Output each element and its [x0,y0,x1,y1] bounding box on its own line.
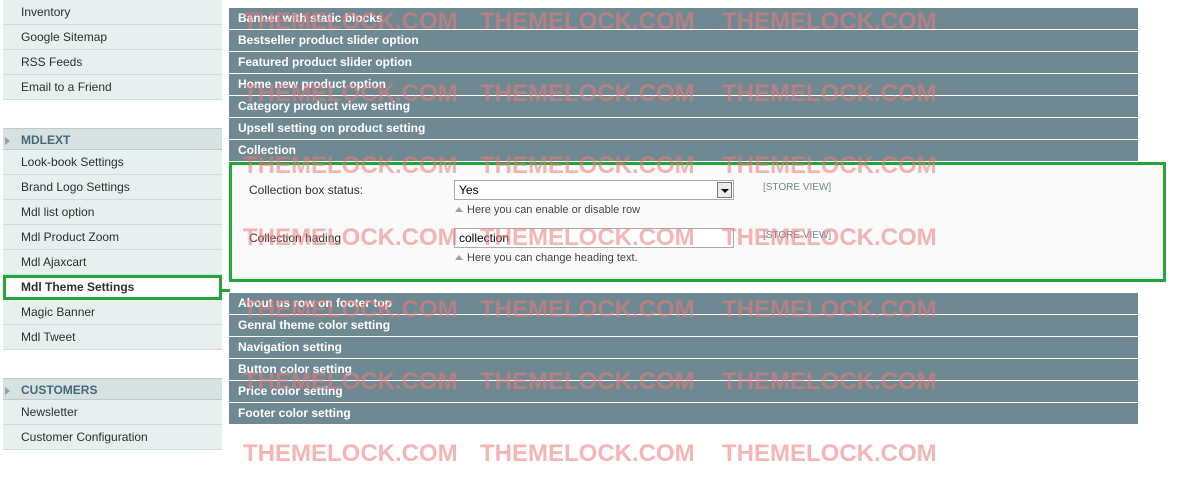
config-sidebar: Inventory Google Sitemap RSS Feeds Email… [3,0,230,450]
section-button-color-setting[interactable]: Button color setting [229,359,1138,381]
sidebar-group-label: CUSTOMERS [21,383,98,397]
section-navigation-setting[interactable]: Navigation setting [229,337,1138,359]
collection-heading-row: Collection hading [STORE VIEW] Here you … [249,228,849,276]
store-view-scope: [STORE VIEW] [763,182,832,193]
sidebar-group-header-customers[interactable]: CUSTOMERS [3,378,222,400]
collection-box-status-row: Collection box status: Yes [STORE VIEW] … [249,180,849,228]
triangle-up-icon [455,207,463,212]
section-banner-with-static-blocks[interactable]: Banner with static blocks [229,8,1138,30]
section-price-color-setting[interactable]: Price color setting [229,381,1138,403]
sidebar-item-mdl-list-option[interactable]: Mdl list option [3,200,222,225]
watermark-text: THEMELOCK.COM [722,440,937,467]
chevron-down-icon[interactable] [717,182,732,198]
sidebar-item-customer-configuration[interactable]: Customer Configuration [3,425,222,450]
watermark-text: THEMELOCK.COM [243,440,458,467]
sidebar-item-mdl-theme-settings[interactable]: Mdl Theme Settings [3,275,230,300]
field-note-text: Here you can change heading text. [467,252,638,264]
triangle-up-icon [455,255,463,260]
sidebar-item-mdl-tweet[interactable]: Mdl Tweet [3,325,222,350]
field-note: Here you can enable or disable row [455,204,640,216]
sidebar-item-google-sitemap[interactable]: Google Sitemap [3,25,222,50]
section-collection[interactable]: Collection [229,140,1138,162]
section-upsell-setting[interactable]: Upsell setting on product setting [229,118,1138,140]
sidebar-item-look-book-settings[interactable]: Look-book Settings [3,150,222,175]
collection-fieldset: Collection box status: Yes [STORE VIEW] … [229,162,1166,282]
section-featured-product-slider[interactable]: Featured product slider option [229,52,1138,74]
collection-box-status-label: Collection box status: [249,183,364,197]
expand-arrow-icon [5,137,10,145]
sidebar-item-magic-banner[interactable]: Magic Banner [3,300,222,325]
section-footer-color-setting[interactable]: Footer color setting [229,403,1138,425]
section-general-theme-color[interactable]: Genral theme color setting [229,315,1138,337]
field-note: Here you can change heading text. [455,252,638,264]
store-view-scope: [STORE VIEW] [763,230,832,241]
collection-box-status-select[interactable]: Yes [454,180,734,200]
expand-arrow-icon [5,387,10,395]
sidebar-group-label: MDLEXT [21,133,71,147]
section-bestseller-product-slider[interactable]: Bestseller product slider option [229,30,1138,52]
section-category-product-view[interactable]: Category product view setting [229,96,1138,118]
select-value: Yes [459,183,479,197]
section-about-us-row[interactable]: About us row on footer top [229,293,1138,315]
config-main: Banner with static blocks Bestseller pro… [229,8,1166,425]
sidebar-item-mdl-ajaxcart[interactable]: Mdl Ajaxcart [3,250,222,275]
field-note-text: Here you can enable or disable row [467,204,641,216]
sidebar-item-inventory[interactable]: Inventory [3,0,222,25]
sidebar-group-header-mdlext[interactable]: MDLEXT [3,128,222,150]
sidebar-item-rss-feeds[interactable]: RSS Feeds [3,50,222,75]
sidebar-item-brand-logo-settings[interactable]: Brand Logo Settings [3,175,222,200]
collection-heading-label: Collection hading [249,231,342,245]
sidebar-item-email-to-a-friend[interactable]: Email to a Friend [3,75,222,100]
sidebar-item-newsletter[interactable]: Newsletter [3,400,222,425]
sidebar-spacer [3,350,222,378]
section-home-new-product[interactable]: Home new product option [229,74,1138,96]
sidebar-spacer [3,100,222,128]
sidebar-item-mdl-product-zoom[interactable]: Mdl Product Zoom [3,225,222,250]
collection-heading-input[interactable] [454,228,734,248]
watermark-text: THEMELOCK.COM [480,440,695,467]
